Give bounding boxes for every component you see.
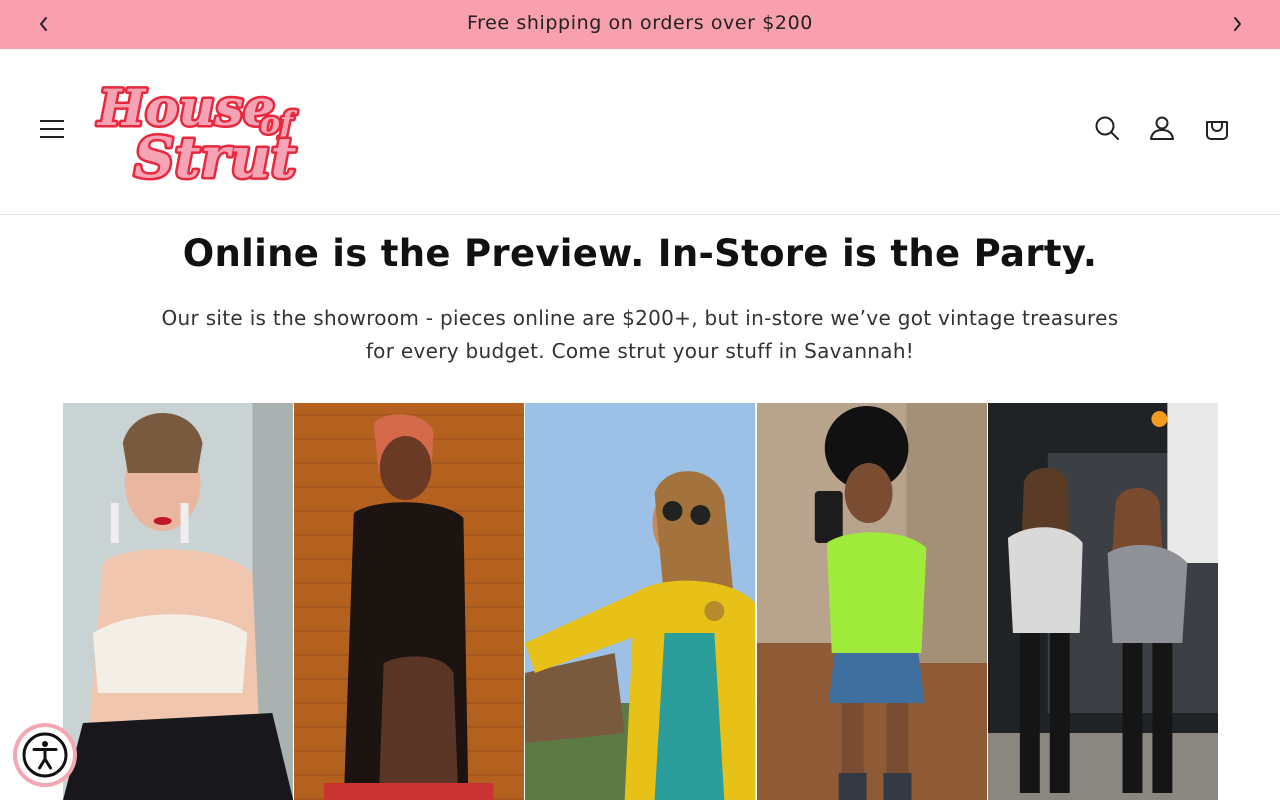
site-logo[interactable]: House of Strut [90,73,306,194]
photo-model-black-jacket[interactable] [294,403,525,800]
accessibility-icon [17,727,73,783]
photo-model-white-bustier[interactable] [63,403,294,800]
photo-models-bobcat[interactable] [987,403,1219,800]
photo-gallery [63,403,1219,800]
hero-title: Online is the Preview. In-Store is the P… [182,232,1098,275]
announcement-bar: Free shipping on orders over $200 [0,0,1280,49]
accessibility-button[interactable] [13,723,77,787]
cart-icon[interactable] [1201,112,1233,144]
announcement-text: Free shipping on orders over $200 [467,12,813,34]
photo-model-green-top[interactable] [756,403,987,800]
svg-text:Strut: Strut [134,125,297,189]
photo-model-yellow-jacket[interactable] [525,403,756,800]
site-header: House of Strut [0,49,1280,215]
chevron-right-icon[interactable] [1227,14,1247,34]
search-icon[interactable] [1091,112,1123,144]
account-icon[interactable] [1146,112,1178,144]
hero-subtitle: Our site is the showroom - pieces online… [161,306,1119,363]
menu-icon[interactable] [36,113,68,145]
